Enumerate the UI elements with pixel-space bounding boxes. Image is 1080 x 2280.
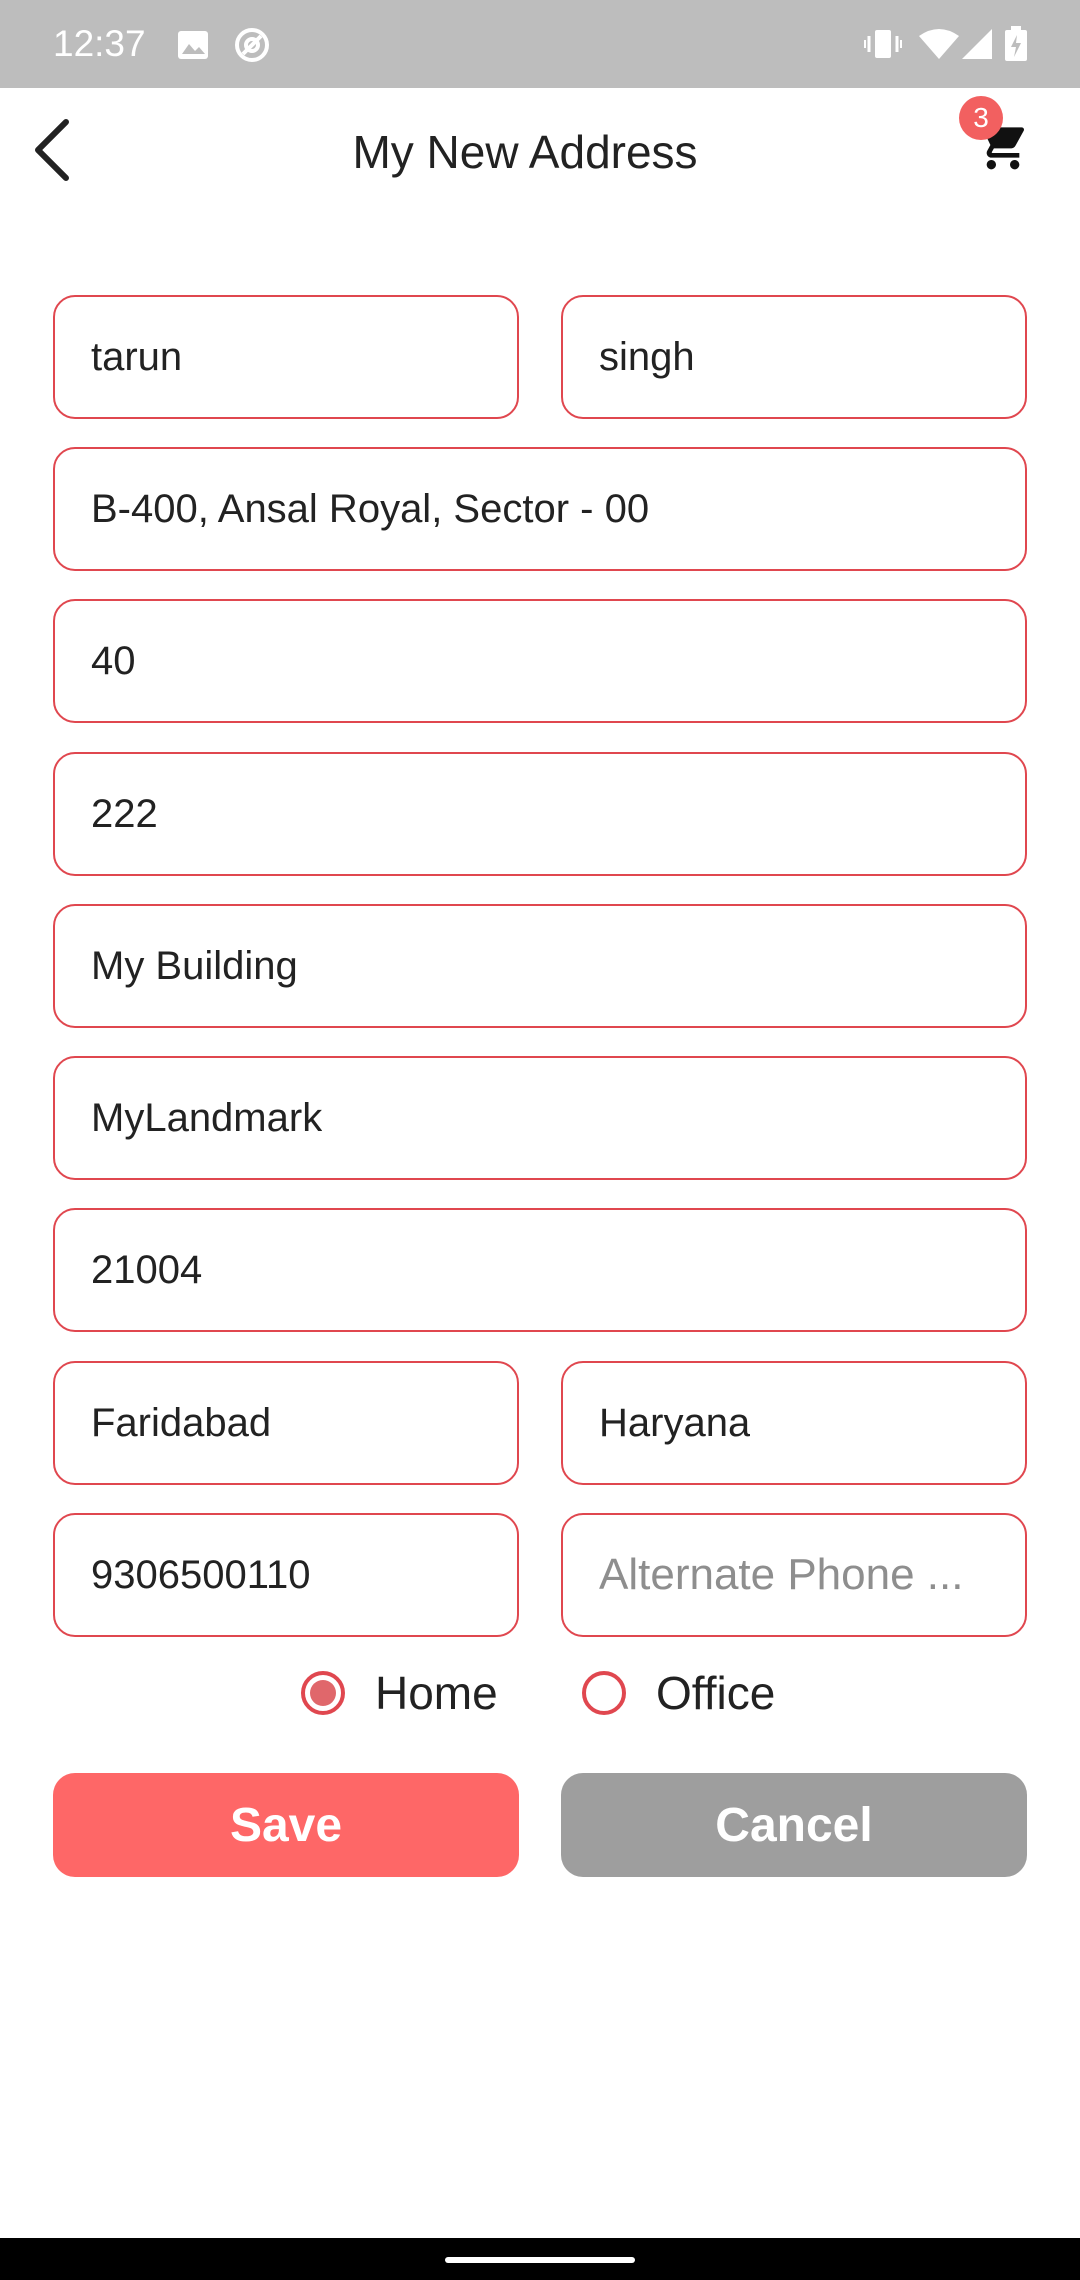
home-indicator[interactable]	[445, 2257, 635, 2263]
address-value: B-400, Ansal Royal, Sector - 00	[91, 486, 650, 531]
signal-icon	[960, 28, 994, 65]
image-icon	[177, 30, 209, 65]
at-sign-icon	[234, 27, 270, 68]
phone-value: 9306500110	[91, 1552, 311, 1597]
alternate-phone-field[interactable]: Alternate Phone ...	[561, 1513, 1027, 1637]
vibrate-icon	[864, 28, 902, 65]
pincode-field[interactable]: 21004	[53, 1208, 1027, 1332]
radio-home[interactable]: Home	[301, 1658, 498, 1728]
city-value: Faridabad	[91, 1400, 272, 1445]
page-title: My New Address	[352, 126, 698, 178]
first-name-value: tarun	[91, 334, 183, 379]
address-field-3-value: 222	[91, 791, 158, 836]
alternate-phone-placeholder: Alternate Phone ...	[599, 1550, 964, 1599]
last-name-field[interactable]: singh	[561, 295, 1027, 419]
address-field[interactable]: B-400, Ansal Royal, Sector - 00	[53, 447, 1027, 571]
radio-home-label: Home	[375, 1667, 498, 1719]
state-field[interactable]: Haryana	[561, 1361, 1027, 1485]
landmark-value: MyLandmark	[91, 1095, 323, 1140]
address-field-3[interactable]: 222	[53, 752, 1027, 876]
battery-charging-icon	[1004, 26, 1028, 67]
cart-count-badge: 3	[959, 96, 1003, 140]
app-bar: My New Address 3	[0, 88, 1080, 216]
building-value: My Building	[91, 943, 298, 988]
cart-icon	[975, 122, 1031, 178]
building-field[interactable]: My Building	[53, 904, 1027, 1028]
radio-office-circle[interactable]	[582, 1671, 626, 1715]
radio-office-label: Office	[656, 1667, 776, 1719]
first-name-field[interactable]: tarun	[53, 295, 519, 419]
phone-field[interactable]: 9306500110	[53, 1513, 519, 1637]
radio-home-circle[interactable]	[301, 1671, 345, 1715]
status-time: 12:37	[53, 23, 146, 64]
radio-selected-dot	[310, 1680, 336, 1706]
address-field-2[interactable]: 40	[53, 599, 1027, 723]
city-field[interactable]: Faridabad	[53, 1361, 519, 1485]
pincode-value: 21004	[91, 1247, 203, 1292]
address-field-2-value: 40	[91, 638, 136, 683]
cancel-button[interactable]: Cancel	[561, 1773, 1027, 1877]
radio-office[interactable]: Office	[582, 1658, 775, 1728]
state-value: Haryana	[599, 1400, 751, 1445]
status-bar: 12:37	[0, 0, 1080, 88]
last-name-value: singh	[599, 334, 695, 379]
landmark-field[interactable]: MyLandmark	[53, 1056, 1027, 1180]
wifi-icon	[918, 28, 960, 65]
save-button[interactable]: Save	[53, 1773, 519, 1877]
